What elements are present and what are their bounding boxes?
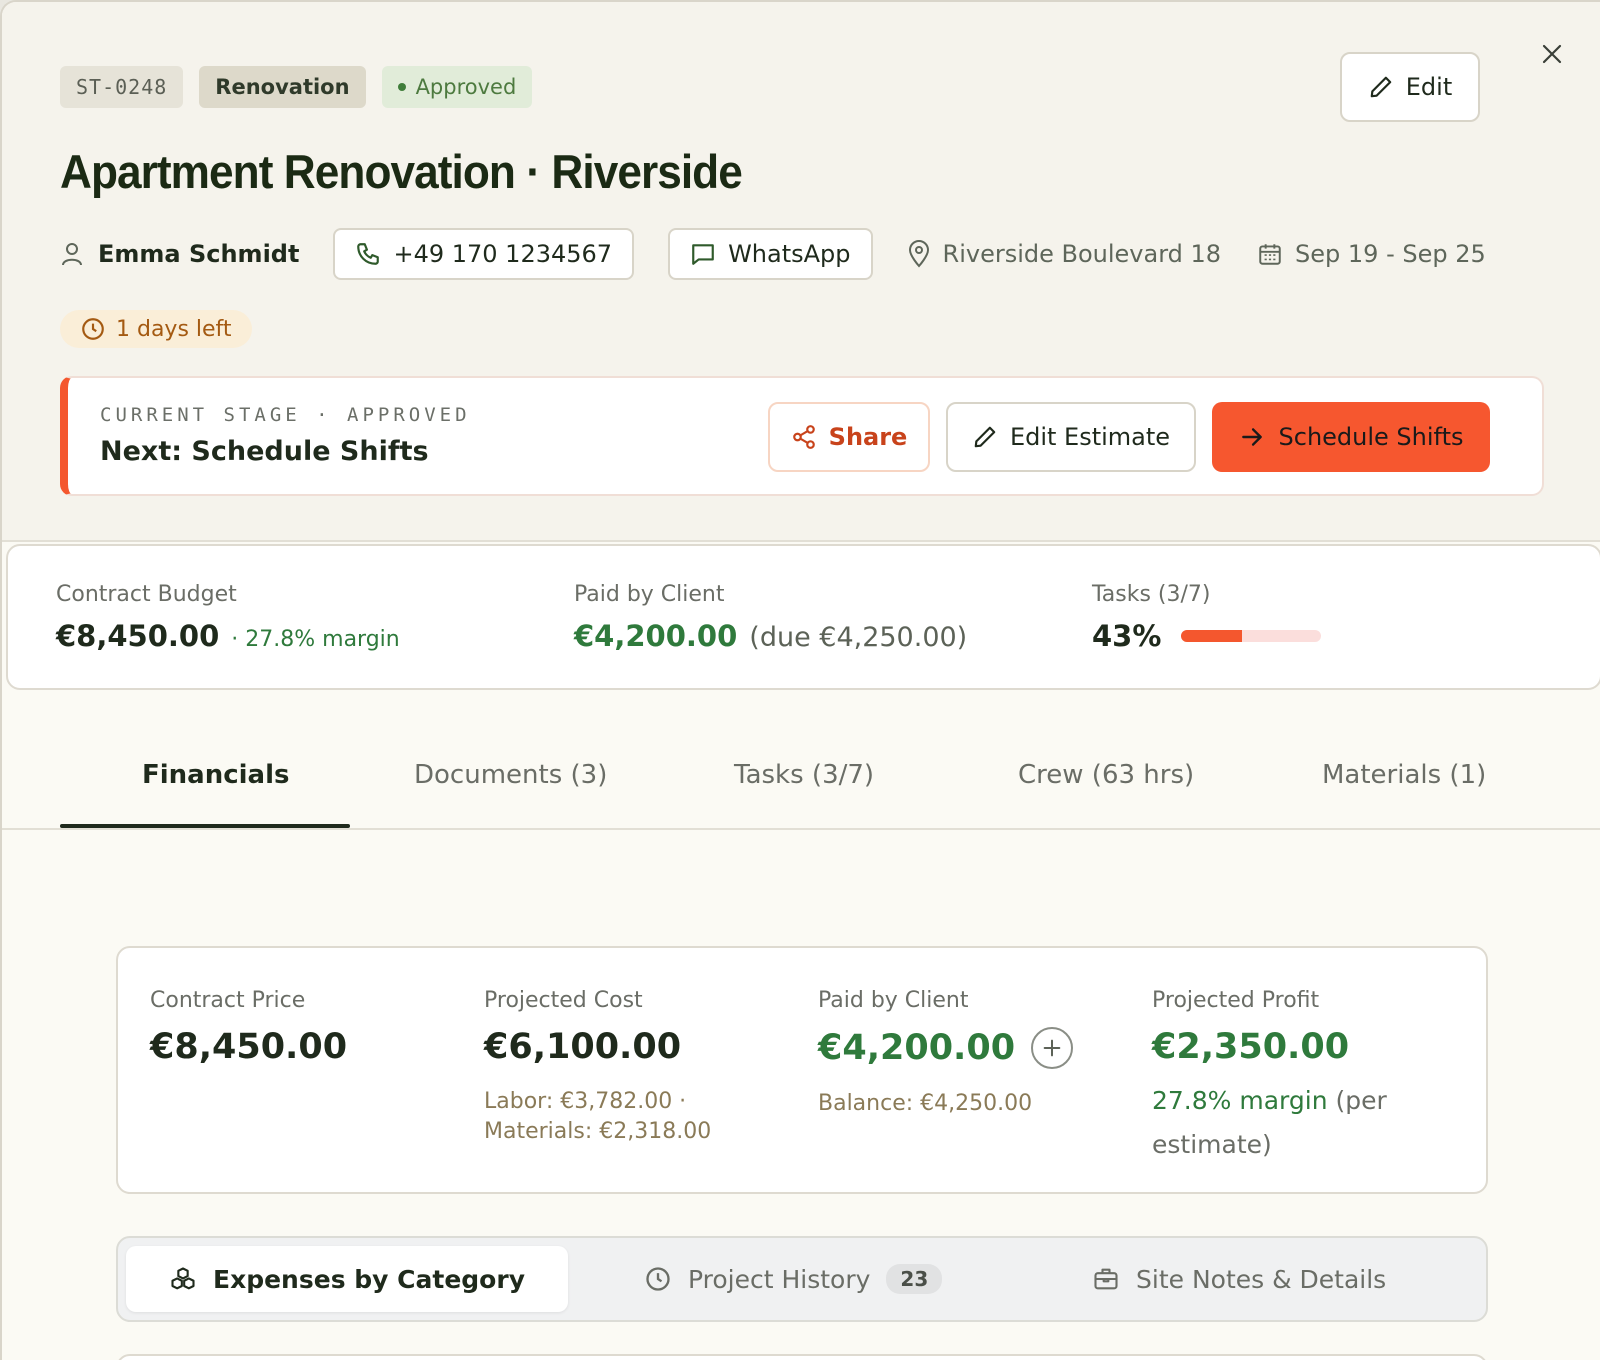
tasks-progress-fill xyxy=(1181,630,1242,642)
project-header: ST-0248 Renovation Approved Edit Apartme… xyxy=(2,2,1600,542)
projected-cost: Projected Cost €6,100.00 Labor: €3,782.0… xyxy=(484,988,711,1147)
status-badge: Approved xyxy=(381,66,533,108)
edit-button-label: Edit xyxy=(1405,73,1453,101)
projected-profit: Projected Profit €2,350.00 27.8% margin … xyxy=(1152,988,1442,1167)
days-left-text: 1 days left xyxy=(116,316,232,342)
whatsapp-button[interactable]: WhatsApp xyxy=(668,228,873,280)
project-id-badge: ST-0248 xyxy=(60,66,184,108)
paid-label: Paid by Client xyxy=(574,582,725,607)
clock-icon xyxy=(646,1267,670,1291)
address: Riverside Boulevard 18 xyxy=(907,240,1222,268)
section-switcher: Expenses by Category Project History 23 … xyxy=(116,1236,1488,1322)
history-count-badge: 23 xyxy=(886,1264,943,1294)
pencil-icon xyxy=(1370,76,1392,98)
contract-price: Contract Price €8,450.00 xyxy=(150,988,347,1067)
close-icon xyxy=(1542,44,1562,64)
edit-button[interactable]: Edit xyxy=(1340,52,1480,122)
materials-cost: Materials: €2,318.00 xyxy=(484,1119,712,1144)
phone-button[interactable]: +49 170 1234567 xyxy=(333,228,635,280)
subtab-expenses[interactable]: Expenses by Category xyxy=(126,1246,568,1312)
arrow-right-icon xyxy=(1241,428,1262,446)
pencil-icon xyxy=(974,426,996,448)
edit-estimate-label: Edit Estimate xyxy=(1009,423,1171,451)
subtab-site-notes-label: Site Notes & Details xyxy=(1136,1264,1387,1294)
chat-icon xyxy=(692,244,714,265)
share-icon xyxy=(792,425,815,449)
projected-cost-breakdown: Labor: €3,782.00 · Materials: €2,318.00 xyxy=(484,1087,711,1147)
contract-budget-summary: Contract Budget €8,450.00 · 27.8% margin xyxy=(56,582,400,653)
schedule-shifts-button[interactable]: Schedule Shifts xyxy=(1212,402,1490,472)
tab-financials[interactable]: Financials xyxy=(142,760,290,790)
stage-label: CURRENT STAGE · APPROVED xyxy=(100,404,471,426)
schedule-shifts-label: Schedule Shifts xyxy=(1278,423,1464,451)
financial-overview-card: Contract Price €8,450.00 Projected Cost … xyxy=(116,946,1488,1194)
briefcase-icon xyxy=(1094,1268,1118,1290)
tab-materials[interactable]: Materials (1) xyxy=(1322,760,1486,790)
tasks-percent: 43% xyxy=(1092,619,1162,653)
plus-icon xyxy=(1043,1039,1061,1057)
contract-price-label: Contract Price xyxy=(150,988,306,1013)
contract-budget-value: €8,450.00 xyxy=(56,619,220,653)
phone-icon xyxy=(357,243,380,265)
cubes-icon xyxy=(171,1267,195,1290)
date-range-text: Sep 19 - Sep 25 xyxy=(1295,240,1486,268)
contract-price-value: €8,450.00 xyxy=(150,1027,348,1067)
project-detail-panel: ST-0248 Renovation Approved Edit Apartme… xyxy=(0,0,1600,1360)
client-name: Emma Schmidt xyxy=(98,240,300,268)
stage-next-step: Next: Schedule Shifts xyxy=(100,436,429,467)
add-payment-button[interactable] xyxy=(1031,1027,1074,1069)
address-text: Riverside Boulevard 18 xyxy=(942,240,1222,268)
subtab-history[interactable]: Project History 23 xyxy=(644,1246,943,1312)
date-range: Sep 19 - Sep 25 xyxy=(1257,240,1486,268)
clock-icon xyxy=(82,318,104,340)
paid-by-client-value: €4,200.00 xyxy=(818,1028,1016,1068)
subtab-site-notes[interactable]: Site Notes & Details xyxy=(1092,1246,1386,1312)
whatsapp-label: WhatsApp xyxy=(728,240,851,268)
profit-margin: 27.8% margin xyxy=(1152,1086,1328,1115)
status-dot xyxy=(397,83,406,91)
tasks-summary: Tasks (3/7) 43% xyxy=(1092,582,1322,653)
edit-estimate-button[interactable]: Edit Estimate xyxy=(946,402,1196,472)
tab-tasks[interactable]: Tasks (3/7) xyxy=(734,760,874,790)
paid-by-client-label: Paid by Client xyxy=(818,988,969,1013)
profit-margin-note: 27.8% margin (per estimate) xyxy=(1152,1079,1442,1167)
close-button[interactable] xyxy=(1532,34,1572,74)
paid-by-client: Paid by Client €4,200.00 Balance: €4,250… xyxy=(818,988,1074,1119)
status-label: Approved xyxy=(415,75,517,99)
projected-profit-label: Projected Profit xyxy=(1152,988,1320,1013)
tasks-progress-bar xyxy=(1181,630,1322,642)
paid-summary: Paid by Client €4,200.00 (due €4,250.00) xyxy=(574,582,967,653)
balance: Balance: €4,250.00 xyxy=(818,1091,1033,1116)
summary-bar: Contract Budget €8,450.00 · 27.8% margin… xyxy=(6,544,1600,690)
projected-profit-value: €2,350.00 xyxy=(1152,1027,1350,1067)
paid-due: (due €4,250.00) xyxy=(749,622,968,653)
paid-value: €4,200.00 xyxy=(574,619,738,653)
tab-documents[interactable]: Documents (3) xyxy=(414,760,607,790)
meta-row: Emma Schmidt +49 170 1234567 WhatsApp Ri… xyxy=(60,228,1522,280)
projected-cost-label: Projected Cost xyxy=(484,988,643,1013)
user-icon xyxy=(62,243,82,266)
projected-cost-value: €6,100.00 xyxy=(484,1027,682,1067)
tasks-label: Tasks (3/7) xyxy=(1092,582,1211,607)
share-label: Share xyxy=(828,423,908,451)
current-stage-card: CURRENT STAGE · APPROVED Next: Schedule … xyxy=(60,376,1544,496)
contract-budget-margin: · 27.8% margin xyxy=(231,627,400,652)
tab-bar: Financials Documents (3) Tasks (3/7) Cre… xyxy=(2,732,1600,830)
subtab-history-label: Project History xyxy=(688,1264,871,1294)
subtab-expenses-label: Expenses by Category xyxy=(213,1264,525,1294)
calendar-icon xyxy=(1259,244,1281,265)
map-pin-icon xyxy=(908,240,929,268)
badge-row: ST-0248 Renovation Approved xyxy=(60,66,533,108)
days-left-badge: 1 days left xyxy=(60,310,252,348)
phone-number: +49 170 1234567 xyxy=(393,240,613,268)
share-button[interactable]: Share xyxy=(768,402,930,472)
labor-cost: Labor: €3,782.00 · xyxy=(484,1089,687,1114)
contract-budget-label: Contract Budget xyxy=(56,582,237,607)
page-title: Apartment Renovation · Riverside xyxy=(60,145,743,198)
active-tab-indicator xyxy=(60,824,350,828)
project-type-badge: Renovation xyxy=(199,66,366,108)
expenses-card xyxy=(116,1354,1488,1360)
client: Emma Schmidt xyxy=(60,240,299,268)
tab-crew[interactable]: Crew (63 hrs) xyxy=(1018,760,1194,790)
